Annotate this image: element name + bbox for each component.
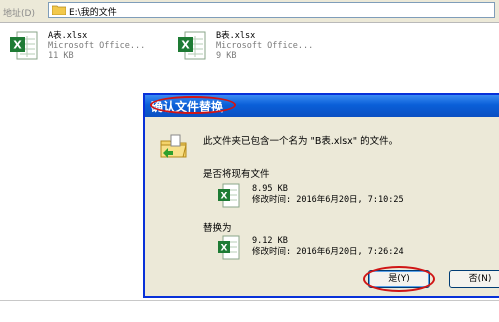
- file-name: B表.xlsx: [216, 31, 256, 41]
- file-item-b[interactable]: X B表.xlsx Microsoft Office... 9 KB: [176, 30, 326, 70]
- file-type: Microsoft Office...: [48, 41, 146, 51]
- folder-icon: [52, 5, 66, 15]
- existing-label: 是否将现有文件: [203, 169, 270, 180]
- new-file-modified: 修改时间: 2016年6月20日, 7:26:24: [252, 247, 404, 257]
- folder-replace-icon: [160, 134, 187, 158]
- existing-file-size: 8.95 KB: [252, 184, 288, 194]
- replace-label: 替换为: [203, 223, 232, 234]
- existing-file-modified: 修改时间: 2016年6月20日, 7:10:25: [252, 195, 404, 205]
- address-path: E:\我的文件: [69, 8, 117, 18]
- excel-file-icon: X: [218, 183, 240, 208]
- svg-text:X: X: [221, 192, 228, 202]
- svg-text:X: X: [181, 39, 190, 52]
- dialog-message: 此文件夹已包含一个名为 "B表.xlsx" 的文件。: [203, 136, 399, 147]
- yes-highlight-circle: [363, 266, 435, 292]
- excel-file-icon: X: [218, 235, 240, 260]
- dialog-titlebar[interactable]: 确认文件替换: [145, 95, 499, 117]
- svg-text:X: X: [13, 39, 22, 52]
- new-file-size: 9.12 KB: [252, 236, 288, 246]
- title-highlight-circle: [150, 96, 236, 114]
- file-name: A表.xlsx: [48, 31, 88, 41]
- excel-file-icon: X: [10, 31, 38, 60]
- excel-file-icon: X: [178, 31, 206, 60]
- file-size: 9 KB: [216, 51, 237, 61]
- file-type: Microsoft Office...: [216, 41, 314, 51]
- confirm-replace-dialog: 确认文件替换 此文件夹已包含一个名为 "B表.xlsx" 的文件。 是否将现有文…: [143, 93, 499, 298]
- file-size: 11 KB: [48, 51, 74, 61]
- address-input[interactable]: E:\我的文件: [48, 2, 495, 18]
- divider: [0, 300, 499, 301]
- address-bar: 地址(D) E:\我的文件: [0, 0, 499, 23]
- file-item-a[interactable]: X A表.xlsx Microsoft Office... 11 KB: [8, 30, 158, 70]
- address-label: 地址(D): [3, 9, 35, 19]
- svg-text:X: X: [221, 244, 228, 254]
- no-button[interactable]: 否(N): [449, 270, 499, 288]
